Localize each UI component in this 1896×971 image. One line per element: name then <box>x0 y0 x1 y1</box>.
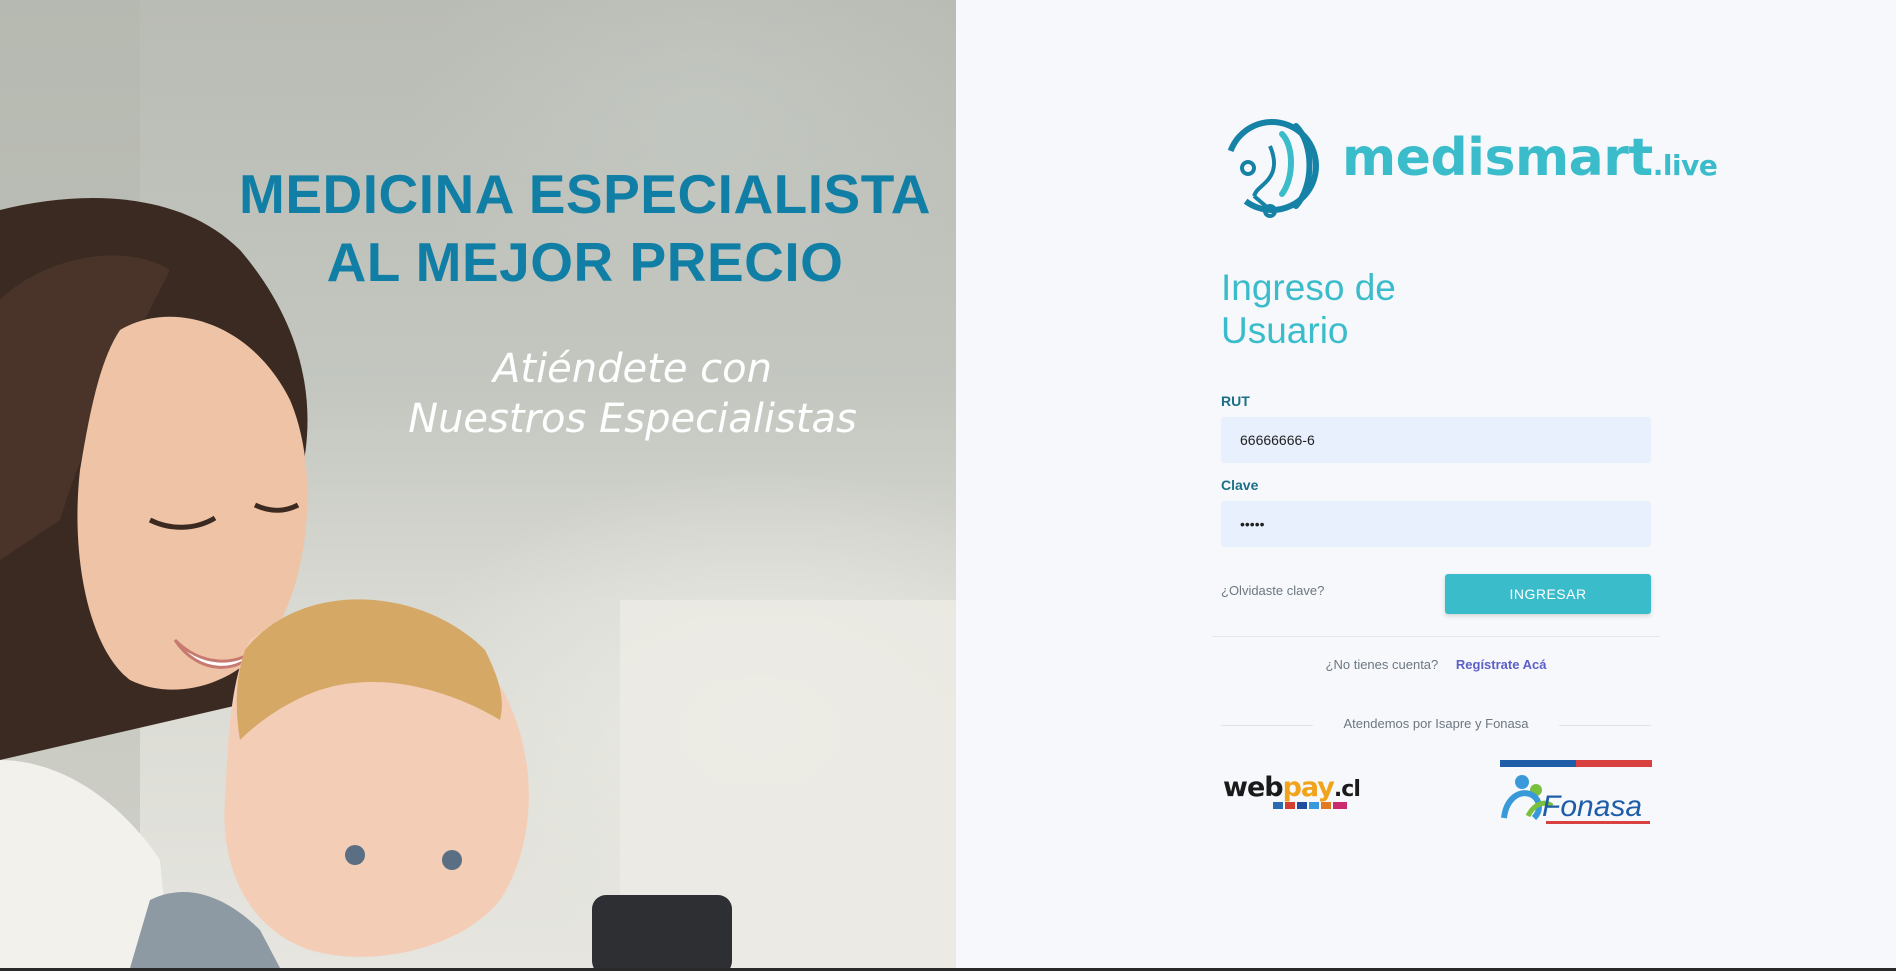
hero-heading-line1: MEDICINA ESPECIALISTA <box>239 163 931 225</box>
divider <box>1212 636 1660 637</box>
logo-wordmark-suffix: .live <box>1652 149 1718 182</box>
clave-label: Clave <box>1221 477 1259 493</box>
webpay-pay-text: pay <box>1283 772 1336 803</box>
clave-input[interactable] <box>1221 501 1651 547</box>
hero-photo <box>0 0 956 968</box>
fonasa-text: Fonasa <box>1542 790 1642 823</box>
logo-wordmark: medismart.live <box>1342 128 1718 196</box>
forgot-password-link[interactable]: ¿Olvidaste clave? <box>1221 583 1324 598</box>
insurers-line-right <box>1559 725 1651 726</box>
hero-sub-line1: Atiéndete con <box>493 346 772 392</box>
insurers-row: Atendemos por Isapre y Fonasa <box>1221 716 1651 734</box>
login-panel: medismart.live Ingreso de Usuario RUT Cl… <box>956 0 1896 968</box>
hero-subheading: Atiéndete con Nuestros Especialistas <box>380 344 885 444</box>
hero-heading: MEDICINA ESPECIALISTA AL MEJOR PRECIO <box>230 160 940 296</box>
medismart-logo[interactable]: medismart.live <box>1220 116 1718 220</box>
logo-wordmark-main: medismart <box>1342 128 1653 188</box>
stethoscope-logo-icon <box>1225 119 1319 218</box>
login-title-line1: Ingreso de <box>1221 267 1396 308</box>
hero-heading-line2: AL MEJOR PRECIO <box>326 231 844 293</box>
fonasa-logo: Fonasa <box>1500 760 1652 824</box>
insurers-caption: Atendemos por Isapre y Fonasa <box>1343 716 1529 731</box>
hero-banner: MEDICINA ESPECIALISTA AL MEJOR PRECIO At… <box>0 0 956 968</box>
ingresar-button[interactable]: INGRESAR <box>1445 574 1651 614</box>
rut-input[interactable] <box>1221 417 1651 463</box>
rut-label: RUT <box>1221 393 1250 409</box>
login-title: Ingreso de Usuario <box>1221 266 1481 352</box>
register-link[interactable]: Regístrate Acá <box>1456 657 1547 672</box>
login-title-line2: Usuario <box>1221 310 1349 351</box>
register-row: ¿No tienes cuenta? Regístrate Acá <box>956 657 1896 672</box>
svg-text:webpay.cl: webpay.cl <box>1223 772 1360 803</box>
webpay-logo: webpay.cl <box>1223 772 1361 809</box>
hero-sub-line2: Nuestros Especialistas <box>408 396 857 442</box>
register-question: ¿No tienes cuenta? <box>1325 657 1439 672</box>
